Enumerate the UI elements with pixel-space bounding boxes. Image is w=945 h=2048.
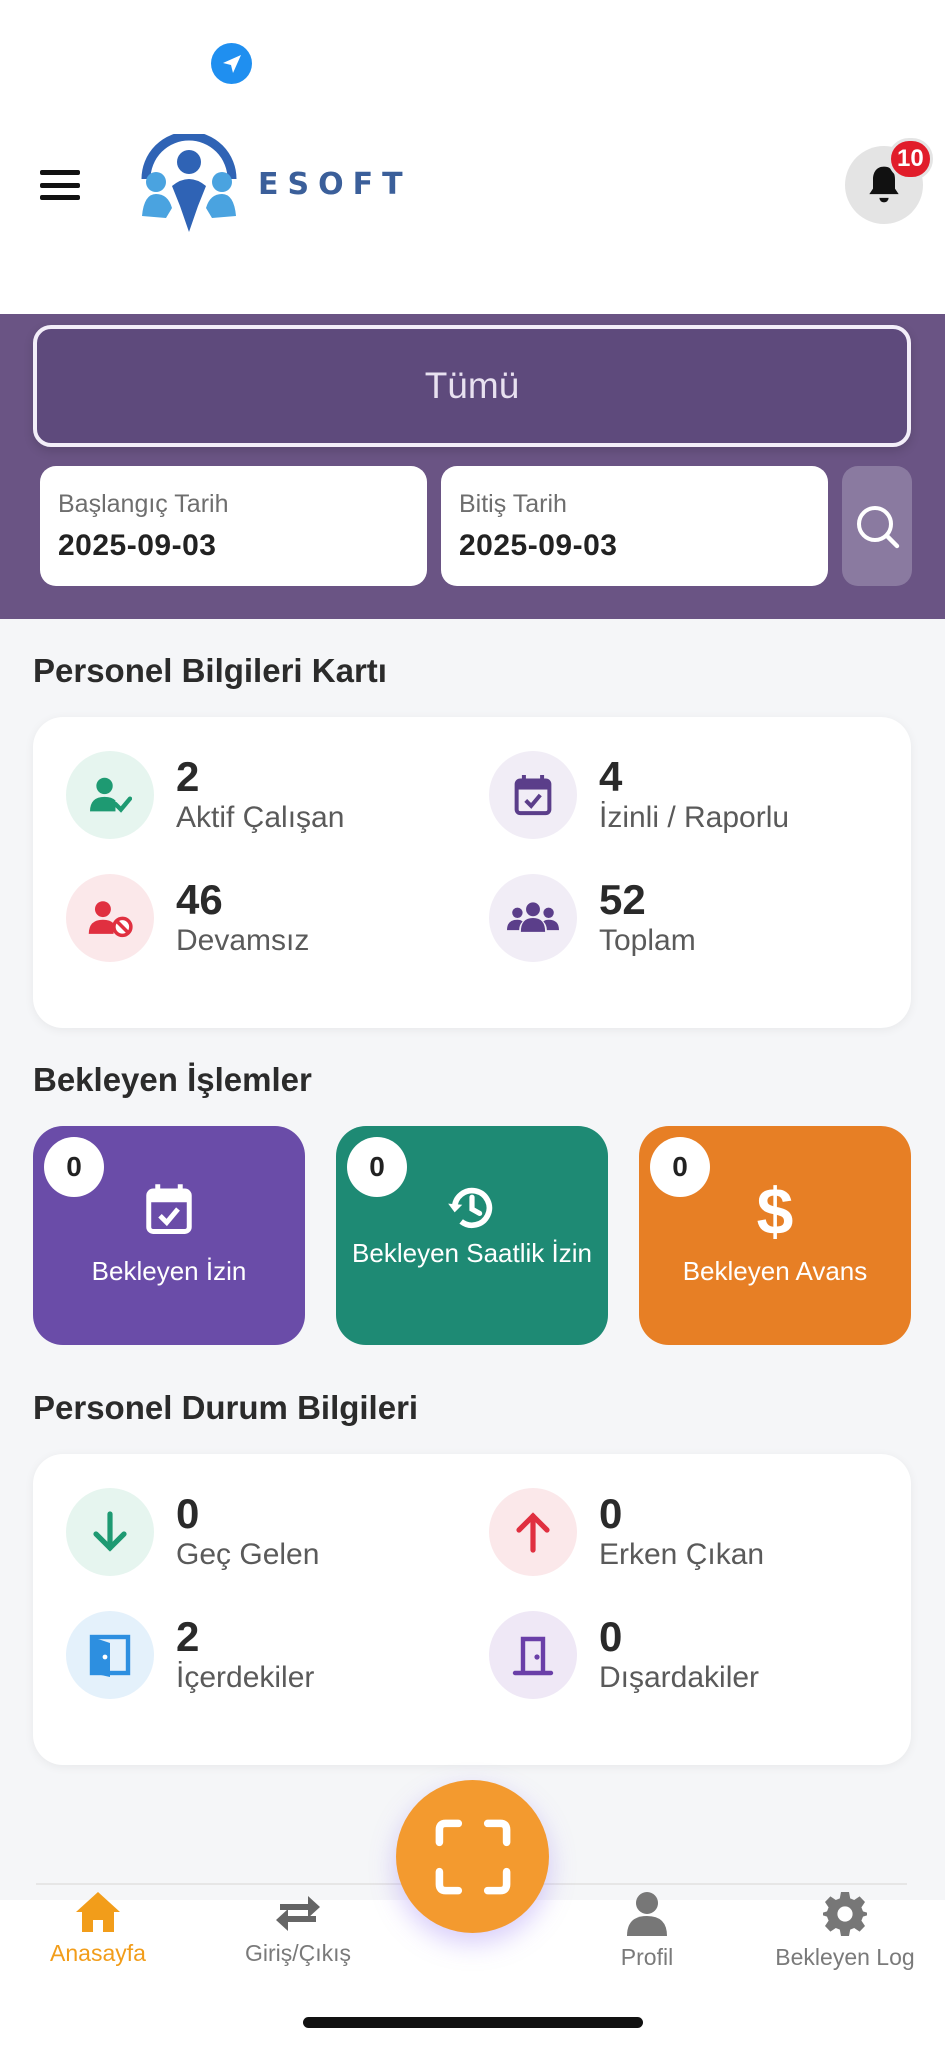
start-date-value: 2025-09-03 [58,529,217,562]
menu-bar-icon [40,195,80,200]
stat-value: 46 [176,876,223,923]
dollar-icon: $ [756,1174,794,1248]
tile-label: Bekleyen İzin [91,1256,247,1286]
door-closed-icon [489,1611,577,1699]
stat-value: 0 [599,1490,623,1537]
search-button[interactable] [842,466,912,586]
stat-total[interactable]: 52 Toplam [489,874,696,962]
users-icon [489,874,577,962]
menu-bar-icon [40,170,80,175]
user-icon [627,1892,667,1936]
gear-icon [823,1892,867,1936]
user-slash-icon [66,874,154,962]
nav-label: Bekleyen Log [775,1944,915,1970]
stat-label: İçerdekiler [176,1661,315,1694]
stat-label: Aktif Çalışan [176,801,345,834]
stat-value: 52 [599,876,646,923]
group-select-value: Tümü [424,365,520,406]
swap-arrows-icon [276,1896,320,1931]
status-card-title: Personel Durum Bilgileri [33,1389,419,1426]
stat-early-leavers[interactable]: 0 Erken Çıkan [489,1488,764,1576]
nav-label: Profil [620,1944,674,1970]
stat-label: Devamsız [176,924,310,957]
stat-label: İzinli / Raporlu [599,801,790,834]
start-date-label: Başlangıç Tarih [58,490,229,518]
stat-value: 4 [599,753,623,800]
end-date-field[interactable]: Bitiş Tarih 2025-09-03 [441,466,828,586]
nav-label: Anasayfa [50,1940,146,1966]
stat-outside[interactable]: 0 Dışardakiler [489,1611,759,1699]
nav-label: Giriş/Çıkış [244,1940,352,1966]
stat-late-arrivals[interactable]: 0 Geç Gelen [66,1488,319,1576]
calendar-check-icon [489,751,577,839]
scan-frame-icon [435,1819,510,1894]
pending-hourly-leave-tile[interactable]: 0 Bekleyen Saatlik İzin [336,1126,608,1345]
home-indicator [303,2017,643,2028]
search-icon [857,506,900,549]
stat-absent[interactable]: 46 Devamsız [66,874,309,962]
tile-label: Bekleyen Avans [682,1256,868,1286]
menu-bar-icon [40,182,80,188]
pending-advance-tile[interactable]: 0 $ Bekleyen Avans [639,1126,911,1345]
logo-text: ESOFT [258,166,412,202]
personnel-card-title: Personel Bilgileri Kartı [33,652,387,689]
stat-value: 2 [176,1613,200,1660]
menu-button[interactable] [40,170,80,200]
stat-label: Toplam [599,924,696,957]
arrow-up-icon [489,1488,577,1576]
calendar-check-icon [33,1182,305,1236]
user-check-icon [66,751,154,839]
stat-active-employees[interactable]: 2 Aktif Çalışan [66,751,344,839]
stat-label: Geç Gelen [176,1538,320,1571]
personnel-card: 2 Aktif Çalışan 4 İzinli / Raporlu 46 De… [33,717,911,1028]
status-card: 0 Geç Gelen 0 Erken Çıkan 2 İçerdekiler [33,1454,911,1765]
arrow-down-icon [66,1488,154,1576]
start-date-field[interactable]: Başlangıç Tarih 2025-09-03 [40,466,427,586]
stat-value: 0 [599,1613,623,1660]
door-open-icon [66,1611,154,1699]
stat-value: 2 [176,753,200,800]
home-icon [76,1892,120,1932]
stat-label: Erken Çıkan [599,1538,765,1571]
logo-people-icon [141,134,237,232]
tile-label: Bekleyen Saatlik İzin [352,1238,592,1268]
app-logo: ESOFT [136,132,412,236]
pending-title: Bekleyen İşlemler [33,1061,312,1098]
stat-on-leave[interactable]: 4 İzinli / Raporlu [489,751,789,839]
stat-inside[interactable]: 2 İçerdekiler [66,1611,314,1699]
end-date-value: 2025-09-03 [459,529,618,562]
nav-home[interactable]: Anasayfa [18,1890,178,1967]
nav-entry-exit[interactable]: Giriş/Çıkış [218,1890,378,1967]
stat-label: Dışardakiler [599,1661,760,1694]
history-icon [336,1182,608,1234]
location-arrow-icon [211,43,252,84]
nav-pending-log[interactable]: Bekleyen Log [765,1890,925,1971]
notification-badge: 10 [888,138,933,180]
stat-value: 0 [176,1490,200,1537]
qr-scan-button[interactable] [396,1780,549,1933]
end-date-label: Bitiş Tarih [459,490,567,518]
group-select[interactable]: Tümü [33,325,911,447]
pending-leave-tile[interactable]: 0 Bekleyen İzin [33,1126,305,1345]
nav-profile[interactable]: Profil [567,1890,727,1971]
